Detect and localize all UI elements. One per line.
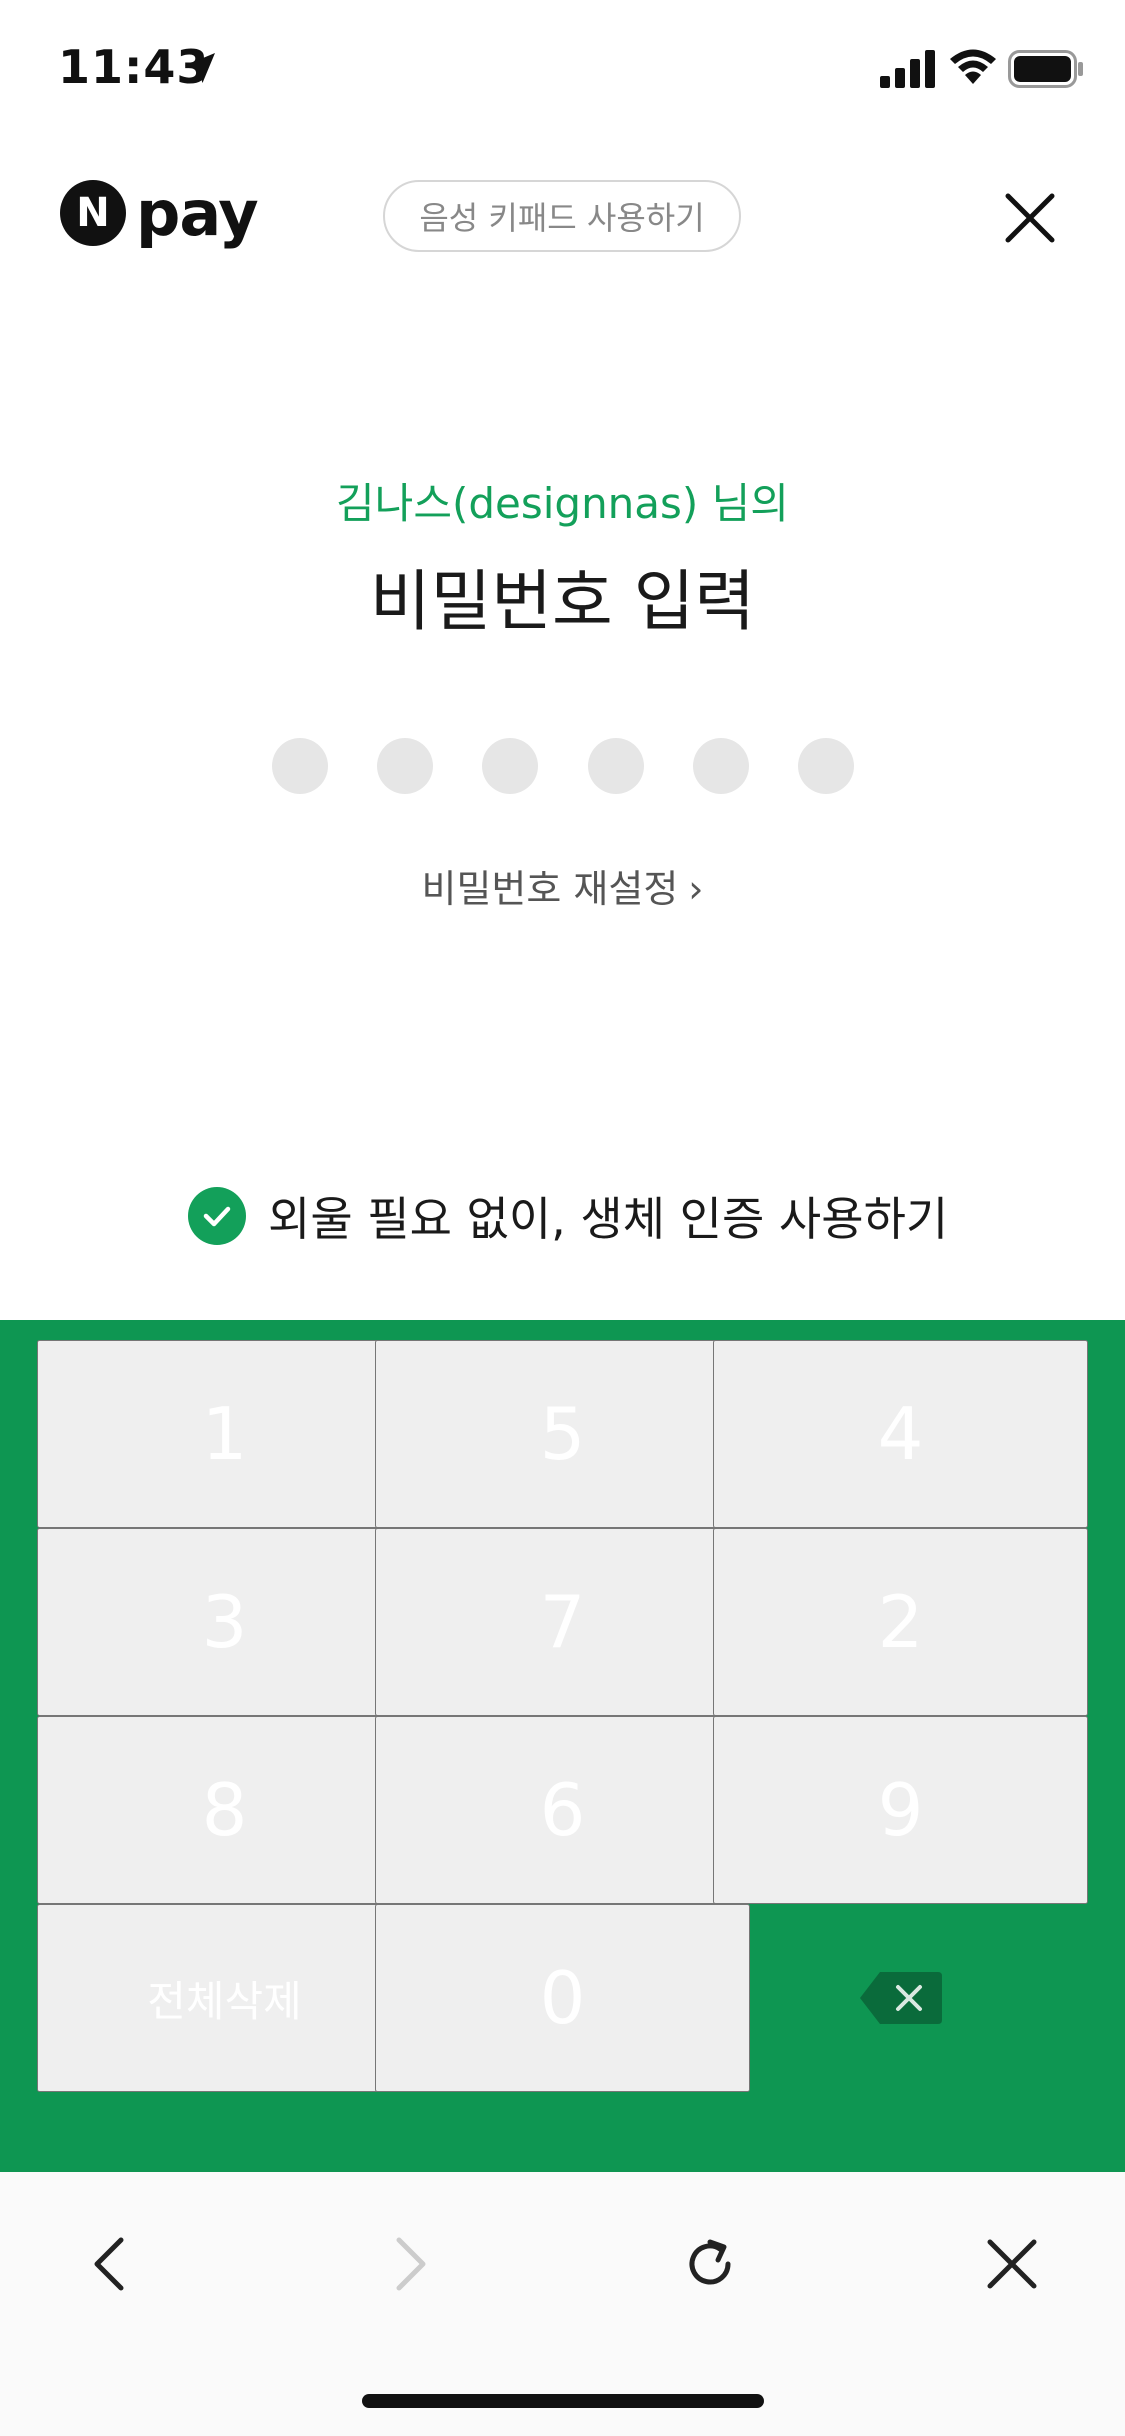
home-indicator <box>362 2394 764 2408</box>
cellular-signal-icon <box>880 50 935 88</box>
pin-dot <box>692 738 749 794</box>
check-circle-icon[interactable] <box>188 1187 246 1245</box>
forward-button[interactable] <box>370 2224 450 2304</box>
pin-dot <box>272 738 328 794</box>
npay-logo: N pay <box>60 176 260 250</box>
location-arrow-icon <box>185 53 215 83</box>
pin-dot <box>797 738 854 794</box>
backspace-icon <box>859 1972 942 2024</box>
key-5[interactable]: 5 <box>375 1340 750 1528</box>
user-greeting: 김나스(designnas) 님의 <box>336 479 789 528</box>
password-reset-link[interactable]: 비밀번호 재설정 › <box>0 858 1125 913</box>
close-icon[interactable] <box>1000 188 1060 248</box>
forward-icon <box>396 2237 426 2291</box>
checkmark-icon <box>203 1206 231 1227</box>
pin-dot <box>377 738 434 794</box>
back-icon <box>94 2237 124 2291</box>
backspace-button[interactable] <box>713 1904 1088 2092</box>
wifi-icon <box>950 49 996 84</box>
biometric-label: 외울 필요 없이, 생체 인증 사용하기 <box>268 1192 949 1246</box>
key-3[interactable]: 3 <box>37 1528 412 1716</box>
password-reset-label: 비밀번호 재설정 <box>421 867 679 911</box>
pin-dot <box>482 738 539 794</box>
refresh-icon <box>689 2239 731 2285</box>
battery-icon <box>1008 50 1083 88</box>
header: N pay 음성 키패드 사용하기 <box>0 160 1125 270</box>
page-title: 비밀번호 입력 <box>369 563 756 640</box>
pin-dots <box>272 738 854 794</box>
npay-logo-badge: N <box>60 180 126 246</box>
back-button[interactable] <box>70 2224 150 2304</box>
refresh-button[interactable] <box>670 2224 750 2304</box>
close-icon <box>987 2239 1037 2289</box>
key-6[interactable]: 6 <box>375 1716 750 1904</box>
key-1[interactable]: 1 <box>37 1340 412 1528</box>
voice-keypad-button[interactable]: 음성 키패드 사용하기 <box>383 180 741 252</box>
key-2[interactable]: 2 <box>713 1528 1088 1716</box>
key-0[interactable]: 0 <box>375 1904 750 2092</box>
key-8[interactable]: 8 <box>37 1716 412 1904</box>
chevron-right-icon: › <box>688 867 704 911</box>
key-9[interactable]: 9 <box>713 1716 1088 1904</box>
clear-all-button[interactable]: 전체삭제 <box>37 1904 412 2092</box>
npay-logo-text: pay <box>136 176 259 250</box>
status-bar: 11:43 <box>0 0 1125 140</box>
biometric-toggle[interactable]: 외울 필요 없이, 생체 인증 사용하기 <box>188 1184 948 1248</box>
key-7[interactable]: 7 <box>375 1528 750 1716</box>
close-browser-button[interactable] <box>972 2224 1052 2304</box>
pin-dot <box>587 738 644 794</box>
key-4[interactable]: 4 <box>713 1340 1088 1528</box>
secure-keypad: 1 5 4 3 7 2 8 6 9 전체삭제 0 <box>0 1320 1125 2172</box>
